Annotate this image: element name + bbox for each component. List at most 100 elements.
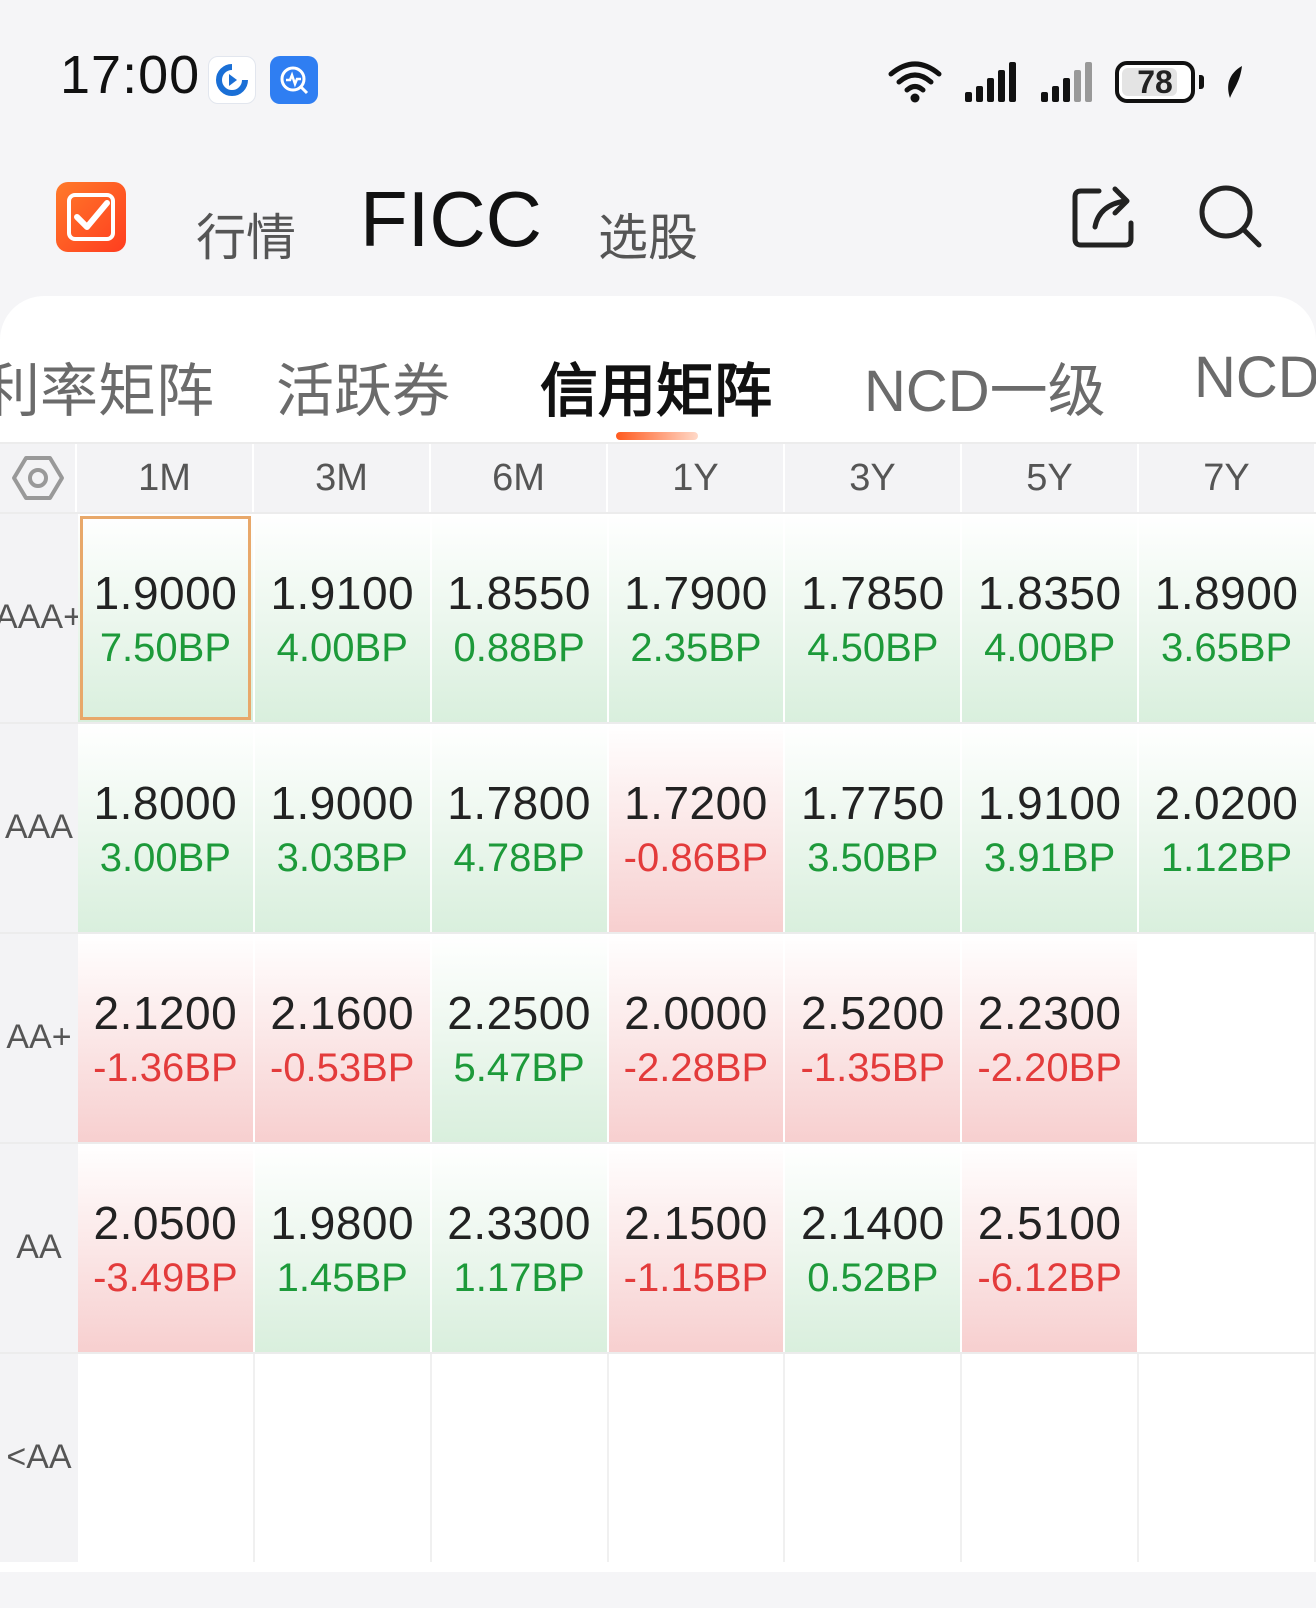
cell-yield-value: 2.1600 — [270, 986, 415, 1039]
matrix-cell — [1139, 1354, 1316, 1562]
column-header[interactable]: 5Y — [962, 444, 1139, 512]
signal-icon — [1041, 62, 1092, 102]
matrix-row: AAA +1.9000 7.50BP 1.9100 4.00BP 1.8550 0.88BP… — [0, 512, 1316, 722]
matrix-cell[interactable]: 2.5100 -6.12BP — [962, 1144, 1140, 1352]
column-header[interactable]: 1M — [77, 444, 254, 512]
search-icon[interactable] — [1190, 176, 1270, 256]
column-header[interactable]: 3Y — [785, 444, 962, 512]
app-chart-icon — [270, 56, 318, 104]
matrix-cell[interactable]: 1.7850 4.50BP — [785, 514, 963, 722]
matrix-cell[interactable]: 2.0000 -2.28BP — [608, 934, 786, 1142]
tab-ncd-primary[interactable]: NCD一级 — [864, 344, 1106, 428]
cell-yield-value: 2.5100 — [977, 1196, 1122, 1249]
cell-yield-value: 1.7850 — [801, 566, 945, 619]
tab-active-bonds[interactable]: 活跃券 — [276, 344, 450, 428]
cell-yield-value: 1.9100 — [977, 776, 1122, 829]
active-tab-indicator — [616, 432, 698, 440]
app-logo-check-icon[interactable] — [56, 182, 126, 252]
tab-bar: 利率矩阵 活跃券 信用矩阵 NCD一级 NCD — [0, 336, 1316, 440]
matrix-cell[interactable]: 2.1400 0.52BP — [785, 1144, 963, 1352]
cell-bp-change: -2.28BP — [623, 1045, 769, 1090]
signal-icon — [965, 62, 1016, 102]
settings-hexagon-icon[interactable] — [0, 444, 77, 512]
matrix-cell[interactable]: 2.1500 -1.15BP — [608, 1144, 786, 1352]
column-header[interactable]: 6M — [431, 444, 608, 512]
row-rating-label: AAA — [0, 724, 78, 932]
leaf-icon — [1228, 66, 1242, 98]
app-notification-icon — [208, 56, 256, 104]
nav-ficc[interactable]: FICC — [360, 174, 542, 265]
matrix-cell[interactable]: 2.5200 -1.35BP — [785, 934, 963, 1142]
cell-bp-change: 0.52BP — [807, 1255, 939, 1300]
nav-market-quotes[interactable]: 行情 — [196, 198, 296, 270]
row-label-top: AA+ — [6, 1018, 72, 1057]
matrix-cell[interactable]: 1.7750 3.50BP — [785, 724, 963, 932]
nav-stock-picker[interactable]: 选股 — [598, 198, 698, 270]
battery-icon: 78 — [1115, 61, 1195, 103]
matrix-cell[interactable]: 1.8000 3.00BP — [77, 724, 255, 932]
matrix-row: AA+ 2.1200 -1.36BP 2.1600 -0.53BP 2.2500 5.47B… — [0, 932, 1316, 1142]
cell-bp-change: 1.17BP — [453, 1255, 585, 1300]
matrix-cell — [608, 1354, 786, 1562]
matrix-cell[interactable]: 1.8550 0.88BP — [431, 514, 609, 722]
matrix-cell[interactable]: 2.0500 -3.49BP — [77, 1144, 255, 1352]
matrix-cell[interactable]: 1.9000 3.03BP — [254, 724, 432, 932]
column-headers: 1M 3M 6M 1Y 3Y 5Y 7Y — [77, 444, 1316, 512]
cell-yield-value: 1.8350 — [977, 566, 1122, 619]
cell-yield-value: 1.7750 — [800, 776, 945, 829]
matrix-cell[interactable]: 1.7800 4.78BP — [431, 724, 609, 932]
matrix-cell[interactable]: 1.7900 2.35BP — [608, 514, 786, 722]
matrix-cell — [785, 1354, 963, 1562]
cell-bp-change: 1.45BP — [276, 1255, 408, 1300]
matrix-header-row: 1M 3M 6M 1Y 3Y 5Y 7Y — [0, 442, 1316, 512]
cell-bp-change: 3.03BP — [276, 835, 408, 880]
row-rating-label: <AA — [0, 1354, 78, 1562]
matrix-row: AA 2.0500 -3.49BP 1.9800 1.45BP 2.3300 1.17BP 2… — [0, 1142, 1316, 1352]
matrix-cell[interactable]: 1.9100 3.91BP — [962, 724, 1140, 932]
matrix-cell[interactable]: 2.2500 5.47BP — [431, 934, 609, 1142]
cell-bp-change: -6.12BP — [977, 1255, 1122, 1300]
tab-credit-matrix[interactable]: 信用矩阵 — [540, 344, 772, 428]
cell-yield-value: 1.8000 — [93, 776, 238, 829]
status-time: 17:00 — [60, 45, 201, 105]
matrix-cell[interactable]: 1.9800 1.45BP — [254, 1144, 432, 1352]
cell-yield-value: 1.8550 — [447, 566, 591, 619]
cell-bp-change: 4.78BP — [453, 835, 585, 880]
cell-bp-change: 2.35BP — [630, 625, 762, 670]
matrix-row: <AA — [0, 1352, 1316, 1562]
credit-matrix-grid: 1M 3M 6M 1Y 3Y 5Y 7Y AAA +1.9000 7.50BP 1.9100 4.0… — [0, 442, 1316, 1562]
matrix-cell[interactable]: 1.9100 4.00BP — [254, 514, 432, 722]
cell-yield-value: 1.9000 — [270, 776, 415, 829]
matrix-cell[interactable]: 2.0200 1.12BP — [1139, 724, 1316, 932]
cell-yield-value: 1.7900 — [624, 566, 768, 619]
matrix-cell[interactable]: 1.7200 -0.86BP — [608, 724, 786, 932]
cell-yield-value: 1.7200 — [624, 776, 768, 829]
tab-rate-matrix[interactable]: 利率矩阵 — [0, 344, 214, 428]
cell-bp-change: 0.88BP — [453, 625, 585, 670]
matrix-cell[interactable]: 1.8350 4.00BP — [962, 514, 1140, 722]
matrix-cell[interactable]: 1.9000 7.50BP — [78, 514, 255, 722]
matrix-cell[interactable]: 1.8900 3.65BP — [1139, 514, 1316, 722]
cell-bp-change: 3.50BP — [807, 835, 939, 880]
matrix-cell[interactable]: 2.1200 -1.36BP — [77, 934, 255, 1142]
cell-bp-change: -1.36BP — [93, 1045, 238, 1090]
column-header[interactable]: 1Y — [608, 444, 785, 512]
share-icon[interactable] — [1064, 176, 1144, 256]
matrix-cell[interactable]: 2.2300 -2.20BP — [962, 934, 1140, 1142]
matrix-cell — [1139, 1144, 1316, 1352]
row-label-top: AAA — [4, 808, 73, 847]
cell-yield-value: 2.3300 — [447, 1196, 591, 1249]
cell-yield-value: 1.9000 — [93, 566, 238, 619]
row-rating-label: AA — [0, 1144, 78, 1352]
matrix-cell — [962, 1354, 1140, 1562]
column-header[interactable]: 7Y — [1139, 444, 1316, 512]
cell-yield-value: 2.2500 — [447, 986, 591, 1039]
matrix-cell[interactable]: 2.3300 1.17BP — [431, 1144, 609, 1352]
cell-yield-value: 2.2300 — [977, 986, 1122, 1039]
tab-ncd[interactable]: NCD — [1194, 344, 1316, 411]
system-icons: 78 — [887, 56, 1246, 108]
row-label-top: <AA — [6, 1438, 72, 1477]
matrix-cell — [431, 1354, 609, 1562]
matrix-cell[interactable]: 2.1600 -0.53BP — [254, 934, 432, 1142]
column-header[interactable]: 3M — [254, 444, 431, 512]
